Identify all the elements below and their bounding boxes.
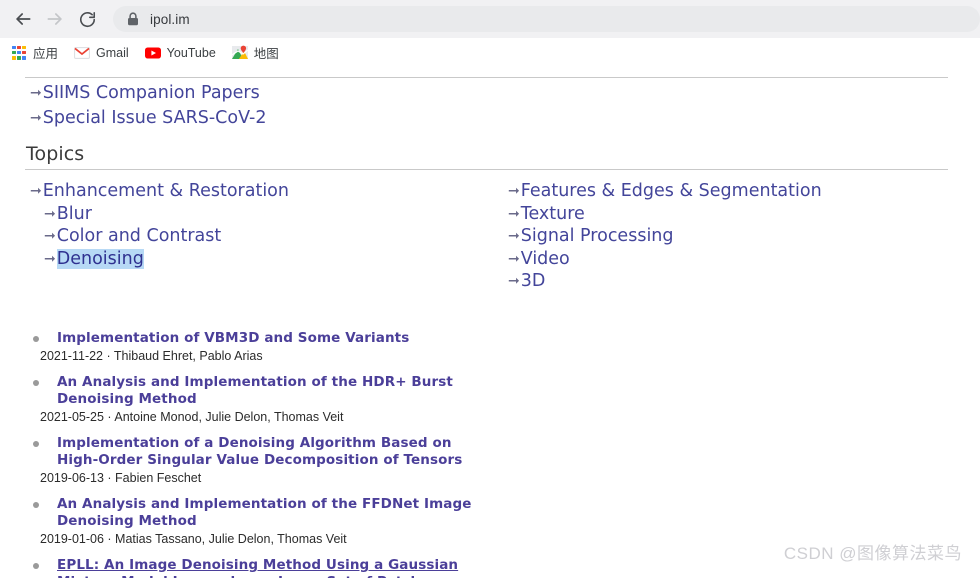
gmail-icon: [74, 45, 90, 61]
arrow-right-icon: ➞: [30, 110, 42, 126]
back-arrow-icon: [13, 9, 33, 29]
bookmark-gmail[interactable]: Gmail: [74, 42, 129, 64]
youtube-icon: [144, 45, 161, 61]
list-item: An Analysis and Implementation of the HD…: [0, 374, 980, 426]
page-content: ➞SIIMS Companion Papers ➞Special Issue S…: [0, 67, 980, 578]
arrow-right-icon: ➞: [44, 228, 56, 244]
bookmark-maps[interactable]: 地图: [231, 42, 279, 64]
article-title-link[interactable]: An Analysis and Implementation of the HD…: [57, 374, 487, 408]
topic-3d[interactable]: ➞3D: [508, 270, 822, 293]
topics-column-left: ➞Enhancement & Restoration ➞Blur ➞Color …: [30, 180, 289, 270]
topic-color-and-contrast[interactable]: ➞Color and Contrast: [30, 225, 289, 248]
article-title-link[interactable]: Implementation of a Denoising Algorithm …: [57, 435, 487, 469]
topics-column-right: ➞Features & Edges & Segmentation ➞Textur…: [508, 180, 822, 293]
site-nav-links: ➞SIIMS Companion Papers ➞Special Issue S…: [30, 81, 266, 131]
apps-grid-icon: [11, 45, 27, 61]
arrow-right-icon: ➞: [508, 250, 520, 267]
bullet-icon: [33, 502, 39, 508]
watermark: CSDN @图像算法菜鸟: [783, 544, 962, 563]
topic-label: Video: [520, 248, 570, 269]
arrow-right-icon: ➞: [44, 250, 56, 267]
article-title-link[interactable]: EPLL: An Image Denoising Method Using a …: [57, 557, 507, 578]
section-divider: [25, 169, 948, 170]
arrow-right-icon: ➞: [508, 228, 520, 244]
arrow-right-icon: ➞: [508, 205, 520, 222]
page-title: Topics: [26, 143, 85, 165]
nav-link-siims[interactable]: ➞SIIMS Companion Papers: [30, 81, 266, 106]
maps-icon: [231, 45, 248, 61]
arrow-right-icon: ➞: [508, 273, 520, 289]
topic-label: Enhancement & Restoration: [42, 181, 289, 201]
lock-icon: [127, 12, 139, 26]
article-meta: 2019-06-13 · Fabien Feschet: [40, 471, 202, 485]
arrow-right-icon: ➞: [30, 85, 42, 101]
list-item: Implementation of a Denoising Algorithm …: [0, 435, 980, 487]
topic-texture[interactable]: ➞Texture: [508, 203, 822, 226]
article-meta: 2021-11-22 · Thibaud Ehret, Pablo Arias: [40, 349, 263, 363]
forward-arrow-icon: [45, 9, 65, 29]
bookmark-gmail-label: Gmail: [96, 45, 129, 60]
browser-toolbar: ipol.im: [0, 0, 980, 38]
bullet-icon: [33, 441, 39, 447]
arrow-right-icon: ➞: [508, 183, 520, 199]
bullet-icon: [33, 563, 39, 569]
article-title-link[interactable]: Implementation of VBM3D and Some Variant…: [57, 330, 487, 347]
topic-denoising[interactable]: ➞Denoising: [30, 248, 289, 271]
nav-link-special-issue[interactable]: ➞Special Issue SARS-CoV-2: [30, 106, 266, 131]
topic-signal-processing[interactable]: ➞Signal Processing: [508, 225, 822, 248]
topic-label: Blur: [56, 203, 92, 224]
nav-link-special-issue-label: Special Issue SARS-CoV-2: [42, 108, 267, 128]
topic-features-edges-segmentation[interactable]: ➞Features & Edges & Segmentation: [508, 180, 822, 203]
bookmarks-bar: 应用 Gmail YouTube 地图: [0, 38, 980, 67]
bookmark-apps[interactable]: 应用: [11, 42, 58, 64]
topic-video[interactable]: ➞Video: [508, 248, 822, 271]
address-bar-url[interactable]: ipol.im: [150, 12, 190, 27]
bullet-icon: [33, 380, 39, 386]
bookmark-youtube-label: YouTube: [166, 45, 216, 60]
address-bar[interactable]: ipol.im: [113, 6, 980, 32]
article-meta: 2021-05-25 · Antoine Monod, Julie Delon,…: [40, 410, 344, 424]
forward-button[interactable]: [40, 4, 70, 34]
arrow-right-icon: ➞: [30, 183, 42, 199]
bookmark-youtube[interactable]: YouTube: [144, 42, 216, 64]
nav-link-siims-label: SIIMS Companion Papers: [42, 83, 260, 103]
topic-blur[interactable]: ➞Blur: [30, 203, 289, 226]
topic-enhancement-restoration[interactable]: ➞Enhancement & Restoration: [30, 180, 289, 203]
bookmark-apps-label: 应用: [33, 47, 59, 61]
back-button[interactable]: [8, 4, 38, 34]
topic-label: Features & Edges & Segmentation: [520, 181, 822, 201]
topic-label: 3D: [520, 271, 546, 291]
top-divider: [25, 77, 948, 78]
bookmark-maps-label: 地图: [253, 47, 279, 61]
topic-label: Color and Contrast: [56, 226, 222, 246]
topic-label: Texture: [520, 203, 585, 224]
topic-label: Signal Processing: [520, 226, 674, 246]
reload-icon: [78, 10, 97, 29]
arrow-right-icon: ➞: [44, 205, 56, 222]
reload-button[interactable]: [72, 4, 102, 34]
article-title-link[interactable]: An Analysis and Implementation of the FF…: [57, 496, 487, 530]
bullet-icon: [33, 336, 39, 342]
list-item: Implementation of VBM3D and Some Variant…: [0, 330, 980, 365]
topic-label-selected: Denoising: [56, 248, 144, 269]
